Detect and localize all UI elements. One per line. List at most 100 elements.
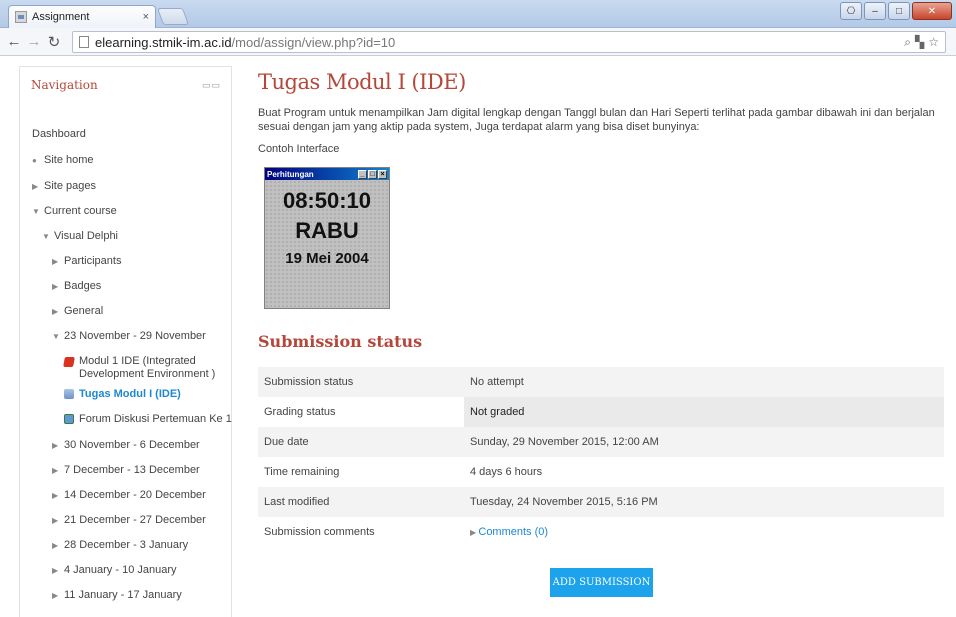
table-row: Time remaining 4 days 6 hours xyxy=(258,457,944,487)
chevron-down-icon: ▼ xyxy=(52,331,60,341)
example-time: 08:50:10 xyxy=(282,188,372,213)
back-button[interactable]: ← xyxy=(4,32,24,52)
url-host: elearning.stmik-im.ac.id xyxy=(95,34,232,50)
example-minimize-icon: _ xyxy=(358,169,367,179)
row-label: Submission comments xyxy=(264,526,375,538)
table-row: Grading status Not graded xyxy=(258,397,944,427)
sidebar-item[interactable]: ▼ 23 November - 29 November xyxy=(52,330,206,342)
sidebar-item-label: Tugas Modul I (IDE) xyxy=(79,388,181,400)
chevron-right-icon: ▶ xyxy=(52,540,59,550)
reload-button[interactable]: ↻ xyxy=(44,32,64,52)
row-label: Submission status xyxy=(258,367,464,397)
sidebar-item[interactable]: Dashboard xyxy=(32,128,86,140)
sidebar-item[interactable]: ▶ Badges xyxy=(52,280,101,292)
sidebar-item[interactable]: ▼ Current course xyxy=(32,205,117,217)
table-row: Due date Sunday, 29 November 2015, 12:00… xyxy=(258,427,944,457)
row-value: No attempt xyxy=(464,367,944,397)
sidebar-item[interactable]: ▶ Participants xyxy=(52,255,121,267)
chevron-right-icon: ▶ xyxy=(52,281,59,291)
sidebar-item-label: 30 November - 6 December xyxy=(64,439,200,451)
sidebar-item-label: Visual Delphi xyxy=(54,230,119,242)
example-window-title: Perhitungan xyxy=(267,169,314,179)
sidebar-item-label: Dashboard xyxy=(32,128,86,140)
sidebar-item[interactable]: ▶ General xyxy=(52,305,103,317)
chevron-right-icon: ▶ xyxy=(52,256,59,266)
sidebar-item[interactable]: ▶ 30 November - 6 December xyxy=(52,439,200,451)
sidebar-item[interactable]: Forum Diskusi Pertemuan Ke 1 xyxy=(64,413,232,425)
comments-link-label: Comments (0) xyxy=(478,526,549,538)
address-bar[interactable]: elearning.stmik-im.ac.id/mod/assign/view… xyxy=(72,31,946,53)
comments-link[interactable]: ▶ Comments (0) xyxy=(470,526,548,538)
add-submission-button[interactable]: ADD SUBMISSION xyxy=(550,568,653,597)
example-interface-image: Perhitungan _ □ × 08:50:10 RABU 19 Mei 2… xyxy=(264,167,390,309)
translate-icon[interactable]: ▚ xyxy=(915,35,924,50)
zoom-icon[interactable]: ⌕ xyxy=(904,35,911,50)
chevron-right-icon: ▶ xyxy=(52,590,59,600)
pdf-icon xyxy=(63,357,75,367)
account-icon[interactable]: ⎔ xyxy=(840,2,862,20)
chevron-right-icon: ▶ xyxy=(52,440,59,450)
minimize-button[interactable]: – xyxy=(864,2,886,20)
url-text[interactable]: elearning.stmik-im.ac.id/mod/assign/view… xyxy=(95,35,904,50)
chevron-down-icon: ▼ xyxy=(42,231,50,241)
new-tab-button[interactable] xyxy=(156,8,190,25)
row-value: Not graded xyxy=(464,397,944,427)
sidebar-item-label: 11 January - 17 January xyxy=(64,589,182,601)
sidebar-item[interactable]: Modul 1 IDE (Integrated Development Envi… xyxy=(63,355,239,381)
sidebar-item-label: Site home xyxy=(44,154,94,166)
assignment-description: Buat Program untuk menampilkan Jam digit… xyxy=(258,107,935,133)
close-window-button[interactable]: ✕ xyxy=(912,2,952,20)
sidebar-item[interactable]: Tugas Modul I (IDE) xyxy=(64,388,181,400)
window-controls: ⎔ – □ ✕ xyxy=(840,2,952,20)
sidebar-item-label: 23 November - 29 November xyxy=(64,330,206,342)
row-label: Grading status xyxy=(264,406,336,418)
chevron-right-icon: ▶ xyxy=(52,565,59,575)
bookmark-star-icon[interactable]: ☆ xyxy=(928,35,939,50)
row-value: Sunday, 29 November 2015, 12:00 AM xyxy=(464,427,944,457)
submission-status-heading: Submission status xyxy=(258,332,423,351)
navigation-header: Navigation ▭▭ xyxy=(20,67,231,103)
forum-icon xyxy=(64,414,74,424)
row-value: Tuesday, 24 November 2015, 5:16 PM xyxy=(464,487,944,517)
sidebar-item-label: General xyxy=(64,305,104,317)
sidebar-item[interactable]: ▶ 4 January - 10 January xyxy=(52,564,177,576)
sidebar-item[interactable]: ▶ 7 December - 13 December xyxy=(52,464,200,476)
sidebar-item[interactable]: ▶ 21 December - 27 December xyxy=(52,514,206,526)
row-label: Last modified xyxy=(258,487,464,517)
row-value: ▶ Comments (0) xyxy=(464,517,944,547)
example-date: 19 Mei 2004 xyxy=(285,250,369,267)
sidebar-item[interactable]: ● Site home xyxy=(32,154,94,166)
sidebar-item[interactable]: ▶ 11 January - 17 January xyxy=(52,589,182,601)
assignment-icon xyxy=(64,389,74,399)
sidebar-item-label: Participants xyxy=(64,255,122,267)
browser-titlebar: Assignment × ⎔ – □ ✕ xyxy=(0,0,956,28)
maximize-button[interactable]: □ xyxy=(888,2,910,20)
row-value: 4 days 6 hours xyxy=(470,466,543,478)
submission-status-table: Submission status No attempt Grading sta… xyxy=(258,367,944,547)
sidebar-item-label: Badges xyxy=(64,280,102,292)
sidebar-item[interactable]: ▶ 28 December - 3 January xyxy=(52,539,188,551)
sidebar-item-label: Site pages xyxy=(44,180,96,192)
browser-tab[interactable]: Assignment × xyxy=(8,5,156,28)
chevron-right-icon: ▶ xyxy=(52,306,59,316)
example-window-titlebar: Perhitungan _ □ × xyxy=(265,168,389,180)
sidebar-item[interactable]: ▶ Site pages xyxy=(32,180,96,192)
dock-block-icon[interactable]: ▭▭ xyxy=(202,80,221,91)
sidebar-item-label: 14 December - 20 December xyxy=(64,489,206,501)
url-path: /mod/assign/view.php?id=10 xyxy=(231,34,396,50)
sidebar-item[interactable]: ▼ Visual Delphi xyxy=(42,230,118,242)
chevron-right-icon: ▶ xyxy=(52,490,59,500)
sidebar-item[interactable]: ▶ 14 December - 20 December xyxy=(52,489,206,501)
chevron-right-icon: ▶ xyxy=(52,515,59,525)
sidebar-item-label: 7 December - 13 December xyxy=(64,464,200,476)
chevron-down-icon: ▼ xyxy=(32,206,40,216)
page-title: Tugas Modul I (IDE) xyxy=(258,70,466,94)
example-day: RABU xyxy=(295,218,359,243)
example-close-icon: × xyxy=(378,169,387,179)
tab-title: Assignment xyxy=(32,11,90,23)
navigation-title: Navigation xyxy=(31,78,98,92)
sidebar-item-label: 21 December - 27 December xyxy=(64,514,206,526)
navigation-block: Navigation ▭▭ Dashboard ● Site home ▶ Site p… xyxy=(19,66,232,617)
forward-button[interactable]: → xyxy=(24,32,44,52)
close-tab-icon[interactable]: × xyxy=(143,11,149,23)
